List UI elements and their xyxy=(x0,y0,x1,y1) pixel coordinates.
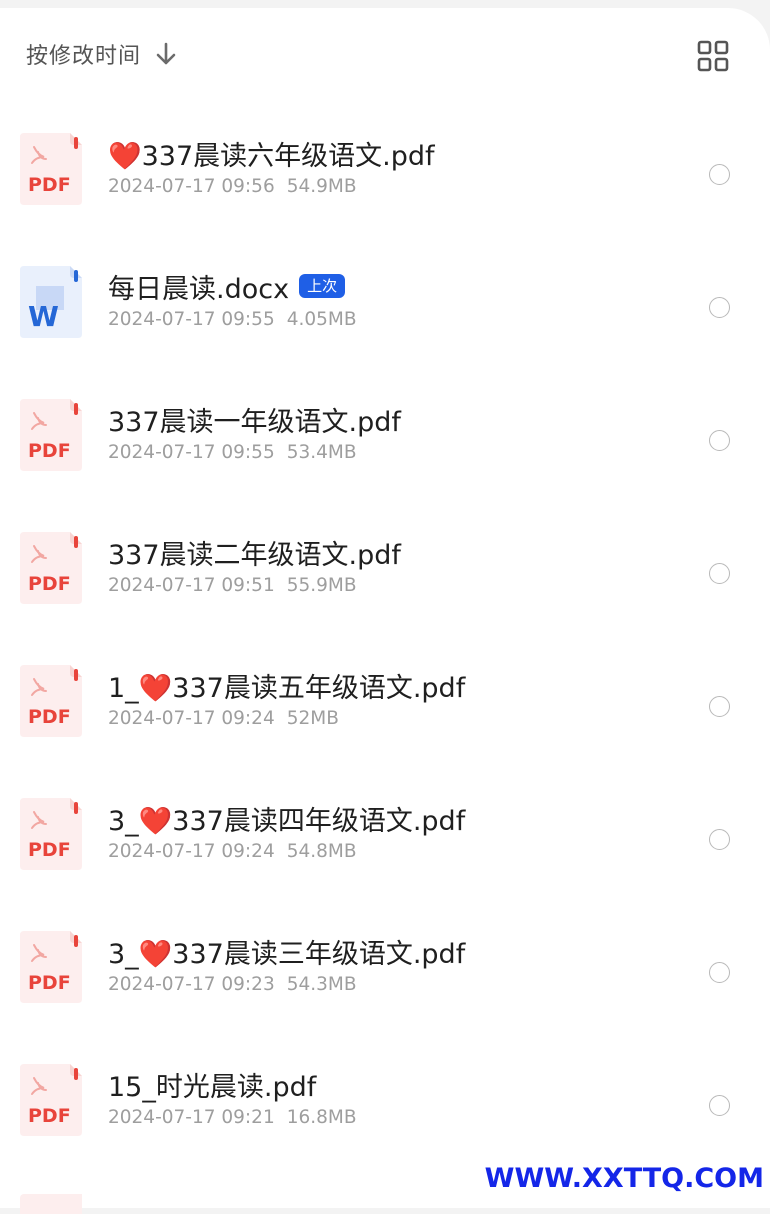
grid-view-icon[interactable] xyxy=(697,40,729,72)
select-radio[interactable] xyxy=(709,297,730,318)
file-date: 2024-07-17 09:55 xyxy=(108,442,275,463)
partial-pdf-file-icon xyxy=(20,1194,82,1214)
file-name: 337晨读二年级语文.pdf xyxy=(108,539,401,571)
file-row[interactable]: PDF 1_❤️337晨读五年级语文.pdf 2024-07-17 09:24 52… xyxy=(0,632,770,765)
file-date: 2024-07-17 09:56 xyxy=(108,176,275,197)
watermark: WWW.XXTTQ.COM xyxy=(484,1163,764,1194)
last-opened-badge: 上次 xyxy=(299,274,346,298)
file-meta: 2024-07-17 09:24 54.8MB xyxy=(108,841,668,862)
file-date: 2024-07-17 09:55 xyxy=(108,309,275,330)
file-name: ❤️337晨读六年级语文.pdf xyxy=(108,140,435,172)
file-date: 2024-07-17 09:24 xyxy=(108,841,275,862)
pdf-icon-label: PDF xyxy=(28,174,71,196)
file-text-block: 337晨读二年级语文.pdf 2024-07-17 09:51 55.9MB xyxy=(108,533,668,597)
pdf-file-icon: PDF xyxy=(20,133,82,205)
file-name: 337晨读一年级语文.pdf xyxy=(108,406,401,438)
file-name: 3_❤️337晨读四年级语文.pdf xyxy=(108,805,466,837)
select-radio[interactable] xyxy=(709,829,730,850)
toolbar: 按修改时间 xyxy=(0,8,770,98)
file-name-line: ❤️337晨读六年级语文.pdf xyxy=(108,134,668,172)
file-row[interactable]: PDF ❤️337晨读六年级语文.pdf 2024-07-17 09:56 54.9… xyxy=(0,100,770,233)
file-meta: 2024-07-17 09:55 53.4MB xyxy=(108,442,668,463)
file-date: 2024-07-17 09:24 xyxy=(108,708,275,729)
file-row[interactable]: PDF 337晨读一年级语文.pdf 2024-07-17 09:55 53.4MB xyxy=(0,366,770,499)
file-row[interactable]: W 每日晨读.docx 上次 2024-07-17 09:55 4.05MB xyxy=(0,233,770,366)
file-name-line: 15_时光晨读.pdf xyxy=(108,1065,668,1103)
pdf-icon-label: PDF xyxy=(28,972,71,994)
file-meta: 2024-07-17 09:51 55.9MB xyxy=(108,575,668,596)
select-radio[interactable] xyxy=(709,164,730,185)
select-radio[interactable] xyxy=(709,962,730,983)
file-name-line: 3_❤️337晨读四年级语文.pdf xyxy=(108,799,668,837)
file-meta: 2024-07-17 09:21 16.8MB xyxy=(108,1107,668,1128)
file-text-block: 每日晨读.docx 上次 2024-07-17 09:55 4.05MB xyxy=(108,267,668,331)
file-meta: 2024-07-17 09:55 4.05MB xyxy=(108,309,668,330)
file-date: 2024-07-17 09:21 xyxy=(108,1107,275,1128)
file-meta: 2024-07-17 09:56 54.9MB xyxy=(108,176,668,197)
file-row[interactable]: PDF 3_❤️337晨读四年级语文.pdf 2024-07-17 09:24 54… xyxy=(0,765,770,898)
select-radio[interactable] xyxy=(709,696,730,717)
select-radio[interactable] xyxy=(709,1095,730,1116)
file-size: 4.05MB xyxy=(286,309,357,330)
file-text-block: ❤️337晨读六年级语文.pdf 2024-07-17 09:56 54.9MB xyxy=(108,134,668,198)
file-name-line: 337晨读二年级语文.pdf xyxy=(108,533,668,571)
file-size: 54.8MB xyxy=(286,841,357,862)
file-size: 16.8MB xyxy=(286,1107,357,1128)
word-file-icon: W xyxy=(20,266,82,338)
file-text-block: 1_❤️337晨读五年级语文.pdf 2024-07-17 09:24 52MB xyxy=(108,666,668,730)
pdf-file-icon: PDF xyxy=(20,532,82,604)
file-meta: 2024-07-17 09:24 52MB xyxy=(108,708,668,729)
file-text-block: 337晨读一年级语文.pdf 2024-07-17 09:55 53.4MB xyxy=(108,400,668,464)
file-meta: 2024-07-17 09:23 54.3MB xyxy=(108,974,668,995)
arrow-down-icon xyxy=(156,42,176,65)
pdf-icon-label: PDF xyxy=(28,440,71,462)
file-size: 54.3MB xyxy=(286,974,357,995)
file-text-block: 3_❤️337晨读三年级语文.pdf 2024-07-17 09:23 54.3MB xyxy=(108,932,668,996)
pdf-file-icon: PDF xyxy=(20,399,82,471)
file-size: 55.9MB xyxy=(286,575,357,596)
file-name: 15_时光晨读.pdf xyxy=(108,1071,317,1103)
word-icon-label: W xyxy=(28,300,59,333)
sort-by-modified-button[interactable]: 按修改时间 xyxy=(26,38,177,70)
pdf-icon-label: PDF xyxy=(28,573,71,595)
file-name-line: 337晨读一年级语文.pdf xyxy=(108,400,668,438)
file-row[interactable]: PDF 15_时光晨读.pdf 2024-07-17 09:21 16.8MB xyxy=(0,1031,770,1164)
file-name-line: 1_❤️337晨读五年级语文.pdf xyxy=(108,666,668,704)
file-name: 3_❤️337晨读三年级语文.pdf xyxy=(108,938,466,970)
pdf-icon-label: PDF xyxy=(28,839,71,861)
file-size: 54.9MB xyxy=(286,176,357,197)
file-text-block: 15_时光晨读.pdf 2024-07-17 09:21 16.8MB xyxy=(108,1065,668,1129)
file-size: 52MB xyxy=(286,708,339,729)
file-row[interactable]: PDF 3_❤️337晨读三年级语文.pdf 2024-07-17 09:23 54… xyxy=(0,898,770,1031)
file-row[interactable]: PDF 337晨读二年级语文.pdf 2024-07-17 09:51 55.9MB xyxy=(0,499,770,632)
pdf-file-icon: PDF xyxy=(20,1064,82,1136)
file-name: 1_❤️337晨读五年级语文.pdf xyxy=(108,672,466,704)
file-name: 每日晨读.docx xyxy=(108,273,290,305)
file-list: PDF ❤️337晨读六年级语文.pdf 2024-07-17 09:56 54.9… xyxy=(0,100,770,1164)
pdf-file-icon: PDF xyxy=(20,798,82,870)
file-browser-panel: 按修改时间 PDF ❤️337晨读六年级语文.pdf 2024-07-17 09:… xyxy=(0,8,770,1208)
select-radio[interactable] xyxy=(709,430,730,451)
file-size: 53.4MB xyxy=(286,442,357,463)
file-name-line: 每日晨读.docx 上次 xyxy=(108,267,668,305)
pdf-icon-label: PDF xyxy=(28,706,71,728)
sort-label: 按修改时间 xyxy=(26,44,142,69)
pdf-file-icon: PDF xyxy=(20,931,82,1003)
pdf-icon-label: PDF xyxy=(28,1105,71,1127)
file-date: 2024-07-17 09:23 xyxy=(108,974,275,995)
file-name-line: 3_❤️337晨读三年级语文.pdf xyxy=(108,932,668,970)
file-text-block: 3_❤️337晨读四年级语文.pdf 2024-07-17 09:24 54.8MB xyxy=(108,799,668,863)
pdf-file-icon: PDF xyxy=(20,665,82,737)
file-date: 2024-07-17 09:51 xyxy=(108,575,275,596)
select-radio[interactable] xyxy=(709,563,730,584)
